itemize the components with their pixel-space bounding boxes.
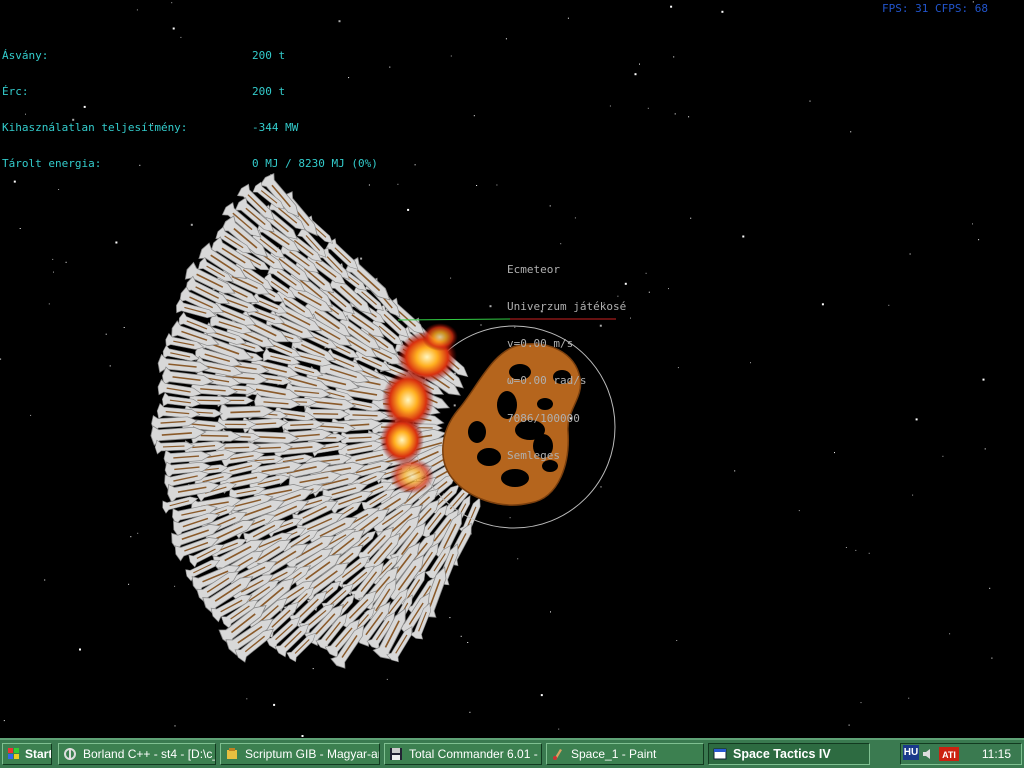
scriptum-icon (227, 748, 237, 759)
language-indicator[interactable]: HU (903, 745, 919, 760)
taskbar-button-paint[interactable]: Space_1 - Paint (546, 743, 704, 765)
hud-label: Érc: (2, 85, 29, 98)
ship-swarm[interactable] (149, 170, 487, 671)
target-owner: Univerzum játékosé (507, 300, 627, 314)
clock[interactable]: 11:15 (982, 744, 1011, 764)
target-faction: Semleges (507, 448, 560, 462)
target-info-tooltip: Ecmeteor Univerzum játékosé v=0.00 m/s ω… (507, 239, 626, 475)
taskbar-button-space-tactics[interactable]: Space Tactics IV (708, 743, 870, 765)
hud-value: 200 t (252, 85, 286, 98)
hud-value: 0 MJ / 8230 MJ (0%) (252, 157, 378, 170)
hud-value: 200 t (252, 49, 286, 62)
floppy-icon (390, 748, 402, 760)
svg-text:ATI: ATI (942, 750, 956, 760)
taskbar-button-scriptum[interactable]: Scriptum GIB - Magyar-an... (220, 743, 380, 765)
speaker-icon[interactable] (921, 747, 935, 761)
start-button[interactable]: Start (2, 743, 52, 765)
taskbar: Start Borland C++ - st4 - [D:\c_... Scri… (0, 738, 1024, 768)
hud-row-energy: Tárolt energia: 0 MJ / 8230 MJ (0%) (2, 158, 378, 170)
ati-icon[interactable]: ATI (939, 747, 959, 761)
borland-icon (64, 748, 76, 760)
hud-label: Tárolt energia: (2, 157, 102, 170)
target-health: 7086/100000 (507, 411, 580, 425)
fps-counter: FPS: 31 CFPS: 68 (882, 2, 988, 15)
hud-row-power: Kihasználatlan teljesítmény: -344 MW (2, 122, 378, 134)
taskbar-button-label: Space_1 - Paint (571, 747, 657, 761)
taskbar-button-label: Scriptum GIB - Magyar-an... (245, 747, 380, 761)
target-name: Ecmeteor (507, 262, 560, 276)
start-label: Start (25, 747, 52, 761)
taskbar-button-total-commander[interactable]: Total Commander 6.01 - I... (384, 743, 542, 765)
hud-row-ore: Érc: 200 t (2, 86, 378, 98)
hud-row-mineral: Ásvány: 200 t (2, 50, 378, 62)
taskbar-button-label: Borland C++ - st4 - [D:\c_... (83, 747, 216, 761)
windows-logo-icon (8, 748, 19, 759)
taskbar-button-label: Total Commander 6.01 - I... (409, 747, 542, 761)
hud-label: Ásvány: (2, 49, 49, 62)
hud-label: Kihasználatlan teljesítmény: (2, 121, 188, 134)
resource-panel: Ásvány: 200 t Érc: 200 t Kihasználatlan te… (2, 26, 378, 182)
target-angular-velocity: ω=0.00 rad/s (507, 374, 587, 388)
taskbar-button-label: Space Tactics IV (733, 747, 831, 761)
target-velocity: v=0.00 m/s (507, 337, 574, 351)
hud-value: -344 MW (252, 121, 299, 134)
window-icon (713, 748, 727, 760)
paint-icon (553, 749, 562, 760)
taskbar-button-borland[interactable]: Borland C++ - st4 - [D:\c_... (58, 743, 216, 765)
